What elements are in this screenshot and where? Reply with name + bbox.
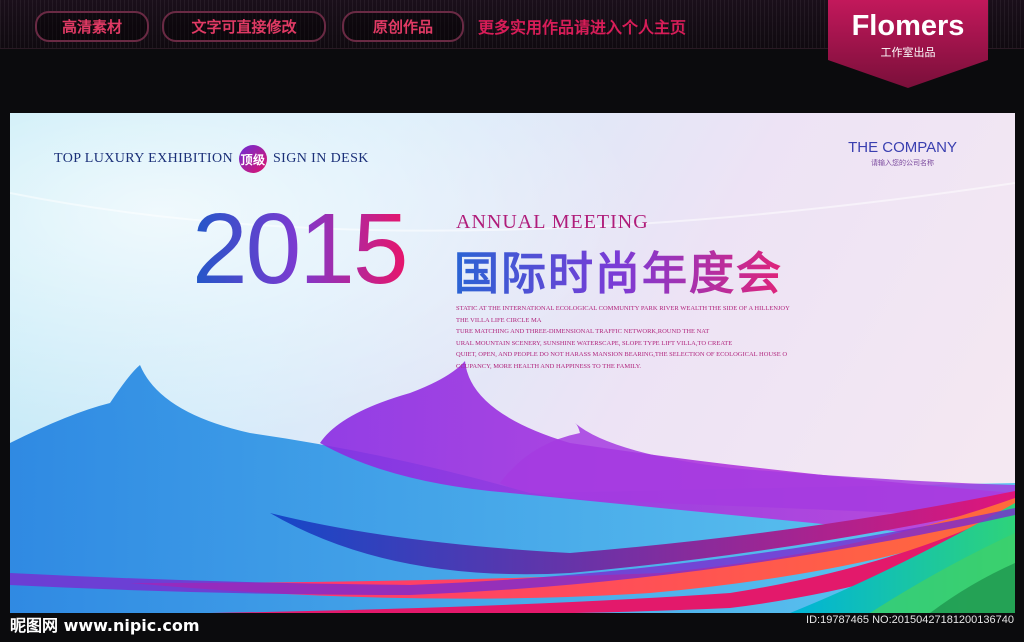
tagline-part1: Top luxury exhibition (54, 151, 233, 166)
description-block: STATIC AT THE INTERNATIONAL ECOLOGICAL C… (456, 303, 836, 372)
description-line: STATIC AT THE INTERNATIONAL ECOLOGICAL C… (456, 305, 790, 312)
description-line: THE VILLA LIFE CIRCLE MA (456, 316, 542, 324)
badge-subtitle: 工作室出品 (880, 46, 936, 59)
badge-title: Flomers (851, 10, 965, 42)
original-work-pill[interactable]: 原创作品 (342, 11, 464, 42)
image-id: ID:19787465 NO:20150427181200136740 (806, 614, 1014, 626)
description-line: QUIET, OPEN, AND PEOPLE DO NOT HARASS MA… (456, 351, 788, 358)
event-title: 国际时尚年度会 (454, 237, 783, 302)
banner: Top luxury exhibition 顶级 Sign in desk TH… (10, 113, 1015, 613)
dingji-badge: 顶级 (238, 145, 267, 173)
hd-material-pill[interactable]: 高清素材 (35, 11, 149, 42)
year-title: 2015 (192, 193, 408, 305)
description-line: CCUPANCY, MORE HEALTH AND HAPPINESS TO T… (456, 362, 642, 370)
promo-link[interactable]: 更多实用作品请进入个人主页 (478, 14, 686, 38)
description-line: TURE MATCHING AND THREE-DIMENSIONAL TRAF… (456, 328, 710, 335)
editable-text-pill[interactable]: 文字可直接修改 (162, 11, 326, 42)
tagline: Top luxury exhibition 顶级 Sign in desk (54, 145, 369, 173)
tagline-part2: Sign in desk (272, 151, 369, 166)
site-watermark: 昵图网 www.nipic.com (10, 616, 200, 635)
studio-badge: Flomers 工作室出品 (828, 0, 988, 90)
annual-meeting-label: Annual meeting (456, 211, 649, 233)
company-name: THE COMPANY (848, 139, 957, 156)
description-line: URAL MOUNTAIN SCENERY, SUNSHINE WATERSCA… (456, 339, 733, 347)
company-block: THE COMPANY 请输入您的公司名称 (848, 139, 957, 168)
company-subtitle: 请输入您的公司名称 (871, 159, 935, 167)
